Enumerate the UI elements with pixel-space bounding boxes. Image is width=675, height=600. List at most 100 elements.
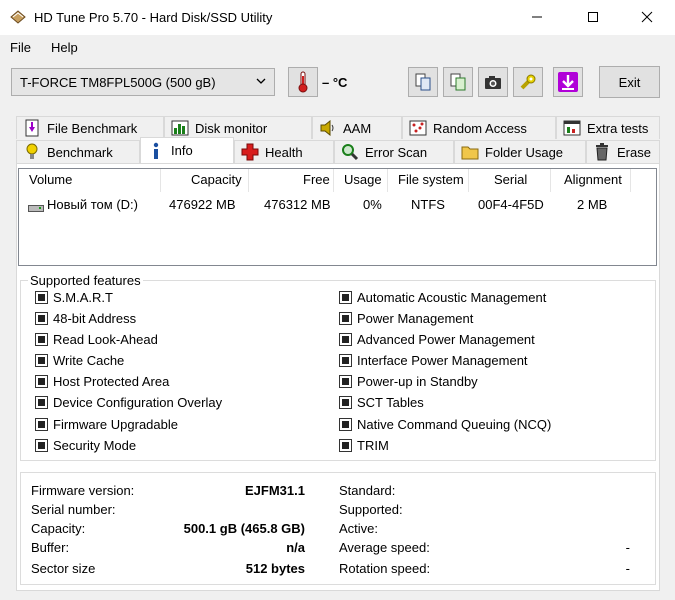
feature-item: Power Management bbox=[339, 311, 473, 326]
column-separator bbox=[160, 169, 161, 192]
feature-label: Host Protected Area bbox=[53, 374, 170, 389]
drive-select[interactable]: T-FORCE TM8FPL500G (500 gB) bbox=[11, 68, 275, 96]
feature-label: 48-bit Address bbox=[53, 311, 137, 326]
feature-item: Device Configuration Overlay bbox=[35, 395, 222, 410]
feature-item: Automatic Acoustic Management bbox=[339, 290, 546, 305]
tab-label: Disk monitor bbox=[195, 120, 268, 136]
options-button[interactable] bbox=[513, 67, 543, 97]
tab-health[interactable]: Health bbox=[234, 140, 334, 163]
tab-erase[interactable]: Erase bbox=[586, 140, 660, 163]
tab-label: Folder Usage bbox=[485, 144, 564, 160]
volume-table-header: Volume Capacity Free Usage File system S… bbox=[19, 169, 656, 191]
capacity-label: Capacity: bbox=[31, 521, 86, 536]
feature-label: Automatic Acoustic Management bbox=[357, 290, 547, 305]
feature-label: SCT Tables bbox=[357, 395, 424, 410]
folder-icon bbox=[461, 143, 479, 161]
col-alignment: Alignment bbox=[564, 172, 622, 187]
checkbox-checked-icon bbox=[339, 439, 352, 452]
save-button[interactable] bbox=[553, 67, 583, 97]
tab-label: Info bbox=[171, 143, 193, 158]
cell-free: 476312 MB bbox=[264, 197, 331, 212]
hd-tune-app-icon bbox=[10, 10, 26, 24]
close-button[interactable] bbox=[624, 0, 670, 34]
minimize-button[interactable] bbox=[514, 0, 560, 34]
tab-extra-tests[interactable]: Extra tests bbox=[556, 116, 660, 139]
checkbox-checked-icon bbox=[35, 312, 48, 325]
feature-item: TRIM bbox=[339, 438, 389, 453]
tab-label: AAM bbox=[343, 120, 372, 136]
feature-label: Advanced Power Management bbox=[357, 332, 535, 347]
tab-error-scan[interactable]: Error Scan bbox=[334, 140, 454, 163]
menu-file[interactable]: File bbox=[10, 40, 31, 55]
temperature-button[interactable] bbox=[288, 67, 318, 97]
copy-info-button[interactable] bbox=[408, 67, 438, 97]
disk-monitor-icon bbox=[171, 119, 189, 137]
file-benchmark-icon bbox=[23, 119, 41, 137]
col-capacity: Capacity bbox=[191, 172, 242, 187]
menu-bar: File Help bbox=[0, 36, 675, 58]
health-cross-icon bbox=[241, 143, 259, 161]
col-file-system: File system bbox=[398, 172, 464, 187]
temperature-readout: – °C bbox=[322, 75, 348, 90]
maximize-button[interactable] bbox=[570, 0, 616, 34]
feature-item: Security Mode bbox=[35, 438, 136, 453]
feature-item: Native Command Queuing (NCQ) bbox=[339, 417, 551, 432]
feature-label: Read Look-Ahead bbox=[53, 332, 158, 347]
checkbox-checked-icon bbox=[339, 375, 352, 388]
tab-label: Erase bbox=[617, 144, 651, 160]
feature-label: Native Command Queuing (NCQ) bbox=[357, 417, 552, 432]
col-usage: Usage bbox=[344, 172, 382, 187]
firmware-label: Firmware version: bbox=[31, 483, 135, 498]
tab-folder-usage[interactable]: Folder Usage bbox=[454, 140, 586, 163]
tab-label: File Benchmark bbox=[47, 120, 138, 136]
cell-file-system: NTFS bbox=[411, 197, 445, 212]
magnifier-icon bbox=[341, 143, 359, 161]
exit-button[interactable]: Exit bbox=[599, 66, 660, 98]
feature-item: Firmware Upgradable bbox=[35, 417, 178, 432]
menu-help[interactable]: Help bbox=[51, 40, 78, 55]
tab-file-benchmark[interactable]: File Benchmark bbox=[16, 116, 164, 139]
checkbox-checked-icon bbox=[35, 396, 48, 409]
drive-icon bbox=[28, 200, 44, 215]
feature-label: Write Cache bbox=[53, 353, 125, 368]
feature-item: Host Protected Area bbox=[35, 374, 169, 389]
chevron-down-icon bbox=[256, 78, 266, 84]
checkbox-checked-icon bbox=[339, 354, 352, 367]
column-separator bbox=[333, 169, 334, 192]
average-speed-label: Average speed: bbox=[339, 540, 430, 555]
sector-size-label: Sector size bbox=[31, 561, 96, 576]
column-separator bbox=[387, 169, 388, 192]
tab-info[interactable]: Info bbox=[140, 137, 234, 163]
checkbox-checked-icon bbox=[339, 396, 352, 409]
column-separator bbox=[248, 169, 249, 192]
checkbox-checked-icon bbox=[35, 354, 48, 367]
feature-label: Device Configuration Overlay bbox=[53, 395, 223, 410]
buffer-label: Buffer: bbox=[31, 540, 70, 555]
checkbox-checked-icon bbox=[339, 312, 352, 325]
checkbox-checked-icon bbox=[35, 439, 48, 452]
feature-item: Advanced Power Management bbox=[339, 332, 535, 347]
firmware-value: EJFM31.1 bbox=[245, 483, 305, 498]
screenshot-button[interactable] bbox=[478, 67, 508, 97]
minimize-icon bbox=[532, 16, 542, 18]
supported-label: Supported: bbox=[339, 502, 403, 517]
tab-benchmark[interactable]: Benchmark bbox=[16, 140, 140, 163]
average-speed-value: - bbox=[625, 540, 630, 555]
rotation-speed-value: - bbox=[625, 561, 630, 576]
tab-label: Extra tests bbox=[587, 120, 649, 136]
tab-disk-monitor[interactable]: Disk monitor bbox=[164, 116, 312, 139]
copy-all-button[interactable] bbox=[443, 67, 473, 97]
feature-label: S.M.A.R.T bbox=[53, 290, 113, 305]
tab-aam[interactable]: AAM bbox=[312, 116, 402, 139]
trash-icon bbox=[593, 143, 611, 161]
feature-item: 48-bit Address bbox=[35, 311, 136, 326]
rotation-speed-label: Rotation speed: bbox=[339, 561, 431, 576]
drive-select-value: T-FORCE TM8FPL500G (500 gB) bbox=[20, 75, 216, 90]
feature-label: Power Management bbox=[357, 311, 474, 326]
tab-random-access[interactable]: Random Access bbox=[402, 116, 556, 139]
checkbox-checked-icon bbox=[35, 418, 48, 431]
cell-alignment: 2 MB bbox=[577, 197, 608, 212]
info-icon bbox=[147, 142, 165, 160]
checkbox-checked-icon bbox=[339, 418, 352, 431]
feature-label: Interface Power Management bbox=[357, 353, 528, 368]
